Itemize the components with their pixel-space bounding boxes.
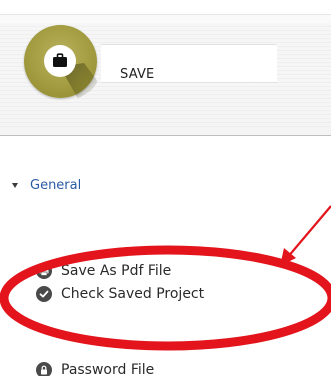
menu-item-check-saved-project[interactable]: Check Saved Project (36, 286, 204, 302)
annotation-arrow-head (280, 248, 296, 266)
save-badge[interactable] (24, 25, 100, 99)
annotation-arrow-shaft (286, 205, 331, 259)
page: SAVE General Save As Pdf File Check Save… (0, 0, 331, 376)
lock-icon (36, 362, 52, 376)
menu-item-save-as-pdf[interactable]: Save As Pdf File (36, 263, 171, 279)
menu-item-label: Save As Pdf File (61, 263, 172, 279)
badge-inner-circle (44, 45, 76, 77)
menu-item-label: Check Saved Project (61, 286, 205, 302)
menu-item-label: Password File (61, 362, 155, 376)
section-title: General (30, 178, 82, 193)
check-circle-icon (36, 286, 52, 302)
caret-down-icon (12, 183, 18, 188)
printer-icon (36, 263, 52, 279)
section-general[interactable]: General (12, 178, 81, 193)
briefcase-icon (53, 53, 67, 67)
menu-item-password-file[interactable]: Password File (36, 362, 154, 376)
save-label: SAVE (120, 67, 155, 82)
